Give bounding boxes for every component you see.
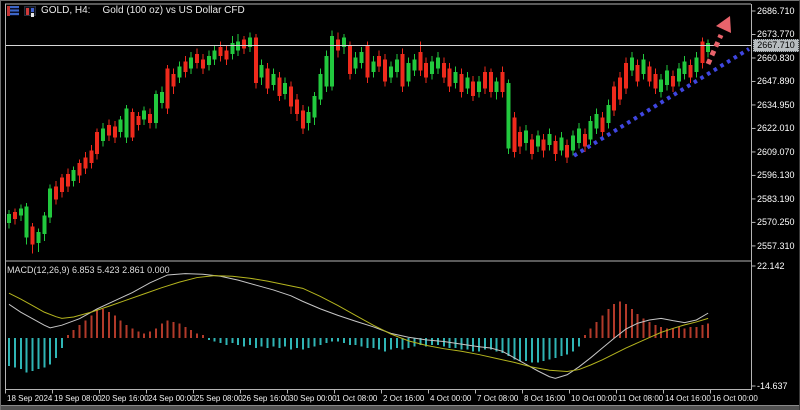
chart-window: GOLD, H4: Gold (100 oz) vs US Dollar CFD… bbox=[0, 0, 800, 410]
current-price-tag: 2667.710 bbox=[753, 39, 799, 52]
price-chart-pane[interactable] bbox=[5, 4, 751, 261]
time-axis[interactable] bbox=[1, 390, 799, 405]
price-axis[interactable] bbox=[752, 4, 799, 390]
chart-title: GOLD, H4: Gold (100 oz) vs US Dollar CFD bbox=[7, 5, 245, 16]
window-bottom-border bbox=[1, 405, 799, 410]
symbol-description-label: Gold (100 oz) vs US Dollar CFD bbox=[102, 5, 245, 16]
grid-icon bbox=[7, 5, 19, 16]
macd-indicator-label: MACD(12,26,9) 6.853 5.423 2.861 0.000 bbox=[7, 265, 170, 275]
macd-pane[interactable] bbox=[5, 262, 751, 389]
symbol-timeframe-label: GOLD, H4: bbox=[41, 5, 91, 16]
chart-icon bbox=[24, 5, 36, 16]
